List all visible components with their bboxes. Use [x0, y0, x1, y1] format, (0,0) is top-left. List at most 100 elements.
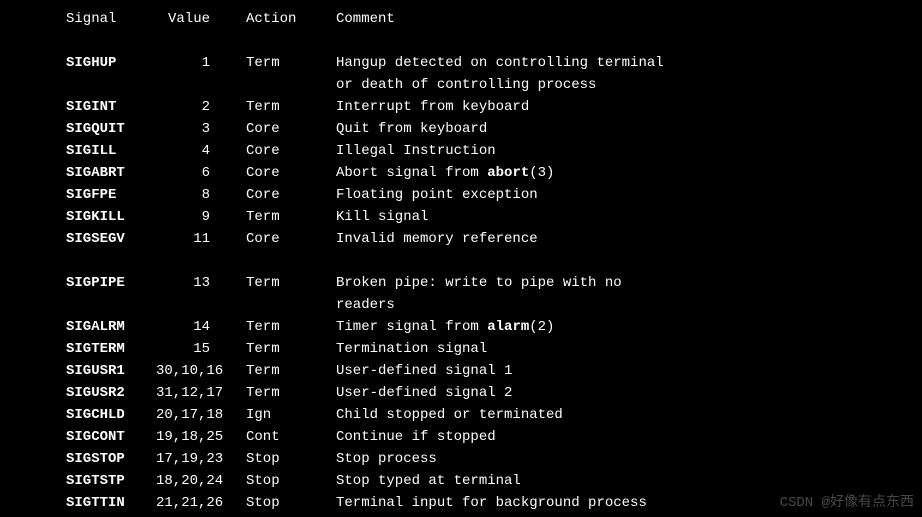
cell-comment: Illegal Instruction: [336, 140, 496, 162]
cell-comment: Floating point exception: [336, 184, 538, 206]
cell-value: 11: [156, 228, 246, 250]
cell-action: Term: [246, 360, 336, 382]
table-row: SIGSEGV11CoreInvalid memory reference: [0, 228, 922, 250]
cell-value: 31,12,17: [156, 382, 246, 404]
cell-signal: SIGHUP: [66, 52, 156, 74]
table-row: SIGCONT19,18,25ContContinue if stopped: [0, 426, 922, 448]
cell-signal: SIGALRM: [66, 316, 156, 338]
cell-signal: SIGSTOP: [66, 448, 156, 470]
header-action: Action: [246, 8, 336, 30]
cell-signal: [66, 74, 156, 96]
cell-action: Cont: [246, 426, 336, 448]
table-row: SIGFPE8CoreFloating point exception: [0, 184, 922, 206]
cell-signal: SIGCHLD: [66, 404, 156, 426]
cell-comment: Stop process: [336, 448, 437, 470]
cell-signal: SIGTERM: [66, 338, 156, 360]
header-comment: Comment: [336, 8, 395, 30]
cell-comment: User-defined signal 1: [336, 360, 512, 382]
cell-signal: SIGTSTP: [66, 470, 156, 492]
table-row: SIGUSR130,10,16TermUser-defined signal 1: [0, 360, 922, 382]
table-row: SIGKILL9TermKill signal: [0, 206, 922, 228]
cell-value: 6: [156, 162, 246, 184]
cell-comment: Invalid memory reference: [336, 228, 538, 250]
cell-value: 21,21,26: [156, 492, 246, 514]
cell-comment: Termination signal: [336, 338, 487, 360]
cell-action: Core: [246, 228, 336, 250]
cell-action: Core: [246, 118, 336, 140]
cell-signal: SIGINT: [66, 96, 156, 118]
header-signal: Signal: [66, 8, 156, 30]
table-row: SIGSTOP17,19,23StopStop process: [0, 448, 922, 470]
cell-comment: Terminal input for background process: [336, 492, 647, 514]
table-row: SIGCHLD20,17,18IgnChild stopped or termi…: [0, 404, 922, 426]
cell-signal: SIGILL: [66, 140, 156, 162]
table-row-continuation: or death of controlling process: [0, 74, 922, 96]
cell-value: 4: [156, 140, 246, 162]
cell-signal: SIGCONT: [66, 426, 156, 448]
table-header-row: SignalValueActionComment: [0, 8, 922, 30]
cell-signal: SIGPIPE: [66, 272, 156, 294]
cell-action: Term: [246, 316, 336, 338]
blank-row: [0, 30, 922, 52]
cell-comment: Continue if stopped: [336, 426, 496, 448]
cell-action: [246, 294, 336, 316]
cell-comment: Timer signal from alarm(2): [336, 316, 554, 338]
cell-action: Stop: [246, 470, 336, 492]
cell-action: Core: [246, 184, 336, 206]
table-row: SIGALRM14TermTimer signal from alarm(2): [0, 316, 922, 338]
cell-action: Core: [246, 140, 336, 162]
cell-comment: Abort signal from abort(3): [336, 162, 554, 184]
cell-action: Stop: [246, 492, 336, 514]
cell-comment: Child stopped or terminated: [336, 404, 563, 426]
table-row: SIGUSR231,12,17TermUser-defined signal 2: [0, 382, 922, 404]
cell-value: 13: [156, 272, 246, 294]
cell-action: Term: [246, 52, 336, 74]
table-row: SIGTERM15TermTermination signal: [0, 338, 922, 360]
table-row: SIGABRT6CoreAbort signal from abort(3): [0, 162, 922, 184]
cell-value: 9: [156, 206, 246, 228]
cell-comment: Stop typed at terminal: [336, 470, 521, 492]
table-row: SIGQUIT3CoreQuit from keyboard: [0, 118, 922, 140]
cell-comment: Broken pipe: write to pipe with no: [336, 272, 622, 294]
table-row-continuation: readers: [0, 294, 922, 316]
cell-value: 20,17,18: [156, 404, 246, 426]
cell-signal: SIGUSR2: [66, 382, 156, 404]
cell-value: 8: [156, 184, 246, 206]
cell-comment: Kill signal: [336, 206, 428, 228]
cell-action: [246, 74, 336, 96]
cell-comment: Interrupt from keyboard: [336, 96, 529, 118]
cell-value: 30,10,16: [156, 360, 246, 382]
header-value: Value: [156, 8, 246, 30]
cell-value: 14: [156, 316, 246, 338]
blank-row: [0, 250, 922, 272]
cell-value: [156, 74, 246, 96]
cell-action: Stop: [246, 448, 336, 470]
cell-comment: or death of controlling process: [336, 74, 596, 96]
cell-signal: SIGABRT: [66, 162, 156, 184]
cell-signal: SIGUSR1: [66, 360, 156, 382]
table-row: SIGTTIN21,21,26StopTerminal input for ba…: [0, 492, 922, 514]
cell-signal: SIGFPE: [66, 184, 156, 206]
cell-value: 15: [156, 338, 246, 360]
table-row: SIGHUP1TermHangup detected on controllin…: [0, 52, 922, 74]
cell-signal: SIGTTIN: [66, 492, 156, 514]
cell-comment: User-defined signal 2: [336, 382, 512, 404]
cell-action: Term: [246, 272, 336, 294]
cell-signal: SIGQUIT: [66, 118, 156, 140]
table-row: SIGTSTP18,20,24StopStop typed at termina…: [0, 470, 922, 492]
cell-signal: SIGKILL: [66, 206, 156, 228]
cell-value: 19,18,25: [156, 426, 246, 448]
cell-value: 18,20,24: [156, 470, 246, 492]
cell-action: Core: [246, 162, 336, 184]
cell-comment: Quit from keyboard: [336, 118, 487, 140]
cell-value: 1: [156, 52, 246, 74]
cell-action: Term: [246, 206, 336, 228]
cell-comment: readers: [336, 294, 395, 316]
cell-action: Ign: [246, 404, 336, 426]
cell-signal: [66, 294, 156, 316]
table-row: SIGPIPE13TermBroken pipe: write to pipe …: [0, 272, 922, 294]
cell-comment: Hangup detected on controlling terminal: [336, 52, 664, 74]
table-row: SIGILL4CoreIllegal Instruction: [0, 140, 922, 162]
cell-action: Term: [246, 96, 336, 118]
cell-signal: SIGSEGV: [66, 228, 156, 250]
